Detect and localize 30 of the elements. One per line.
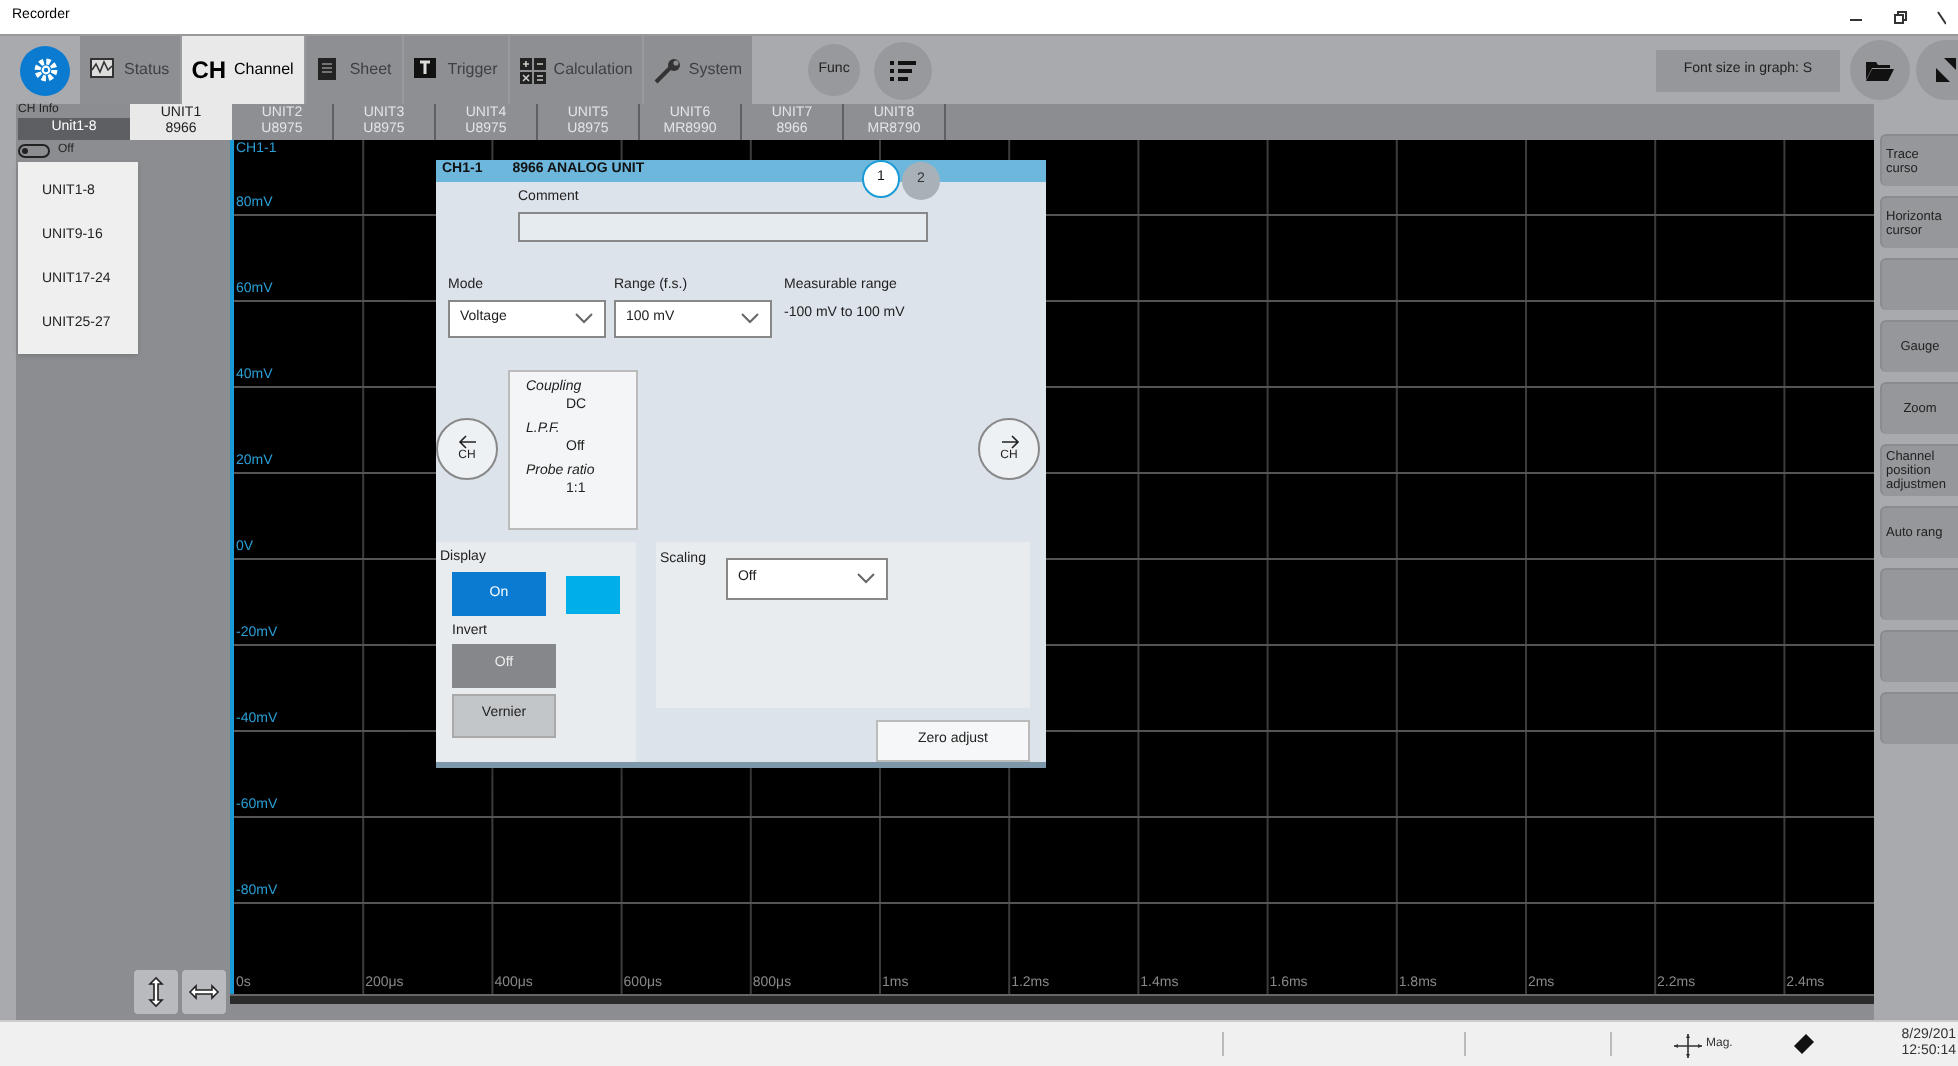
restore-icon [1892, 9, 1908, 25]
chevron-icon [740, 312, 760, 324]
chevron-icon [574, 312, 594, 324]
document-icon [315, 57, 342, 83]
folder-icon [1866, 59, 1894, 81]
toggle-switch[interactable] [18, 144, 50, 158]
arrow-icon [1936, 58, 1956, 82]
list-button[interactable] [874, 41, 933, 99]
axes-arrows-icon [1672, 1028, 1704, 1060]
trigger-icon [413, 57, 440, 83]
vertical-arrows-icon [148, 976, 164, 1008]
settings-button[interactable] [20, 45, 70, 95]
color-swatch[interactable] [565, 575, 620, 613]
eraser-icon [1792, 1032, 1817, 1056]
vertical-adjust-button[interactable] [134, 970, 178, 1014]
toolbar-tab[interactable]: CH Channel [179, 36, 304, 104]
folder-button[interactable] [1850, 40, 1910, 100]
arrow-icon [457, 434, 477, 450]
horizontal-adjust-button[interactable] [182, 970, 226, 1014]
close-icon [1936, 9, 1946, 25]
horizontal-arrows-icon [188, 984, 220, 1000]
comment-field[interactable] [518, 212, 928, 242]
list-icon [890, 59, 917, 81]
expand-button[interactable] [1916, 40, 1958, 100]
calculator-icon [519, 57, 546, 83]
arrow-icon [999, 434, 1019, 450]
waveform-icon [90, 57, 116, 83]
wrench-icon [654, 57, 681, 83]
chevron-icon [855, 572, 876, 584]
settings-icon [31, 56, 59, 84]
